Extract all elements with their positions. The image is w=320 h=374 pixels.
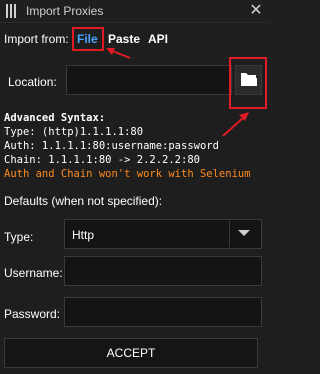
username-input[interactable]: [64, 256, 262, 286]
syntax-line-auth: Auth: 1.1.1.1:80:username:password: [4, 140, 219, 152]
tab-api[interactable]: API: [148, 32, 168, 46]
title-bar: Import Proxies ✕: [0, 0, 270, 23]
accept-button[interactable]: ACCEPT: [4, 338, 258, 368]
syntax-warning: Auth and Chain won't work with Selenium: [4, 168, 251, 180]
syntax-line-type: Type: (http)1.1.1.1:80: [4, 126, 144, 138]
app-icon: [6, 4, 18, 18]
type-select-value: Http: [72, 228, 95, 242]
annotation-arrow-file: [106, 48, 131, 59]
annotation-box-browse: [229, 57, 267, 109]
password-label: Password:: [4, 307, 61, 321]
location-input[interactable]: [66, 65, 232, 95]
annotation-arrow-browse: [222, 112, 249, 137]
annotation-box-file: [72, 27, 104, 51]
close-icon[interactable]: ✕: [242, 0, 270, 22]
location-label: Location:: [8, 75, 57, 89]
syntax-heading: Advanced Syntax:: [4, 112, 106, 124]
chevron-down-icon[interactable]: [238, 230, 250, 236]
type-label: Type:: [4, 230, 34, 244]
username-label: Username:: [4, 266, 63, 280]
defaults-label: Defaults (when not specified):: [4, 194, 163, 208]
password-input[interactable]: [64, 297, 262, 327]
select-divider: [229, 221, 230, 247]
window-title: Import Proxies: [26, 4, 104, 18]
syntax-line-chain: Chain: 1.1.1.1:80 -> 2.2.2.2:80: [4, 154, 200, 166]
import-from-label: Import from:: [4, 32, 69, 46]
